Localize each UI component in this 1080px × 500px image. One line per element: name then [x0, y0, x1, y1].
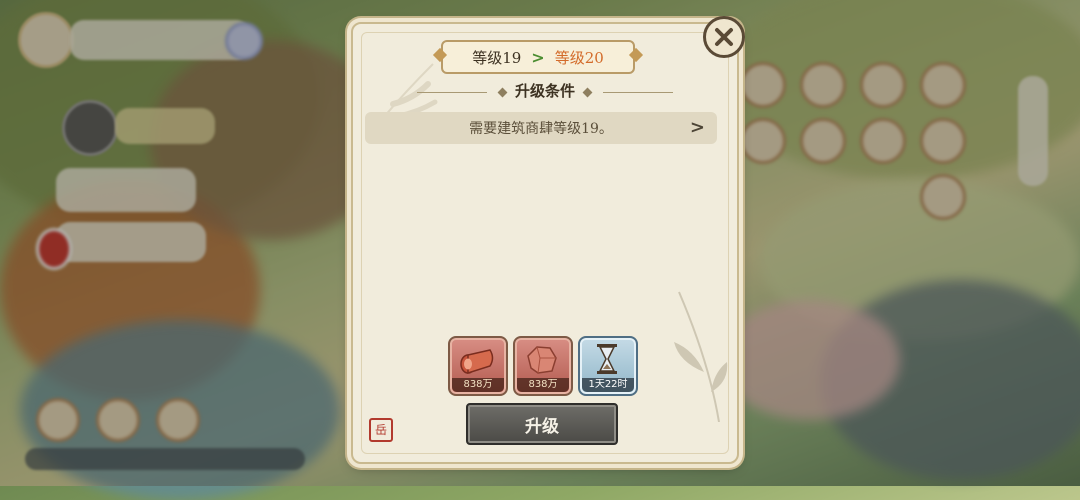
- time-amount: 1天22时: [582, 378, 634, 392]
- upgrade-button[interactable]: 升级: [466, 403, 618, 445]
- resource-time[interactable]: 1天22时: [578, 336, 638, 396]
- chevron-right-icon: >: [689, 117, 705, 138]
- wood-log-icon: [460, 349, 494, 375]
- level-transition-banner: 等级19 > 等级20: [441, 40, 635, 74]
- resource-wood[interactable]: 838万: [448, 336, 508, 396]
- wood-amount: 838万: [452, 378, 504, 392]
- close-icon: [715, 28, 733, 46]
- upgrade-dialog: 等级19 > 等级20 升级条件 需要建筑商肆等级19。 > 838万 838万: [351, 22, 739, 464]
- stone-amount: 838万: [517, 378, 569, 392]
- requirement-row[interactable]: 需要建筑商肆等级19。 >: [365, 112, 717, 144]
- resource-stone[interactable]: 838万: [513, 336, 573, 396]
- upgrade-conditions-heading: 升级条件: [353, 80, 737, 101]
- requirement-text: 需要建筑商肆等级19。: [469, 121, 613, 137]
- seal-stamp-icon: 岳: [369, 418, 393, 442]
- leaf-decoration: [674, 291, 728, 422]
- stone-icon: [527, 346, 557, 374]
- arrow-right-icon: >: [531, 47, 545, 67]
- hourglass-icon: [597, 344, 617, 374]
- next-level: 等级20: [554, 48, 604, 67]
- close-button[interactable]: [703, 16, 745, 58]
- current-level: 等级19: [472, 48, 522, 67]
